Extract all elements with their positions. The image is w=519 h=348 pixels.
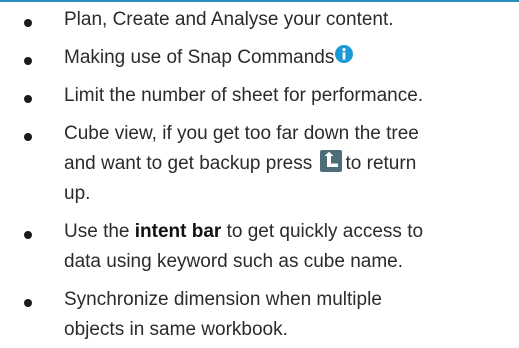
bullet-dot	[24, 299, 32, 307]
bullet-dot	[24, 95, 32, 103]
back-up-arrow-icon[interactable]	[319, 149, 342, 172]
list-item-line: Use the intent bar to get quickly access…	[64, 217, 504, 247]
list-item-text: Cube view, if you get too far down the t…	[64, 119, 504, 209]
list-item-line: Synchronize dimension when multiple	[64, 289, 382, 310]
list-item-fragment: Use the	[64, 221, 130, 242]
top-accent-rule	[0, 0, 519, 2]
list-item-label: Making use of Snap Commands	[64, 47, 335, 68]
bullet-dot	[24, 231, 32, 239]
list-item-text: Synchronize dimension when multiple obje…	[64, 285, 504, 345]
list-item-line: data using keyword such as cube name.	[64, 251, 404, 272]
list-item-line: objects in same workbook.	[64, 319, 288, 340]
list-item-line: and want to get backup press to return	[64, 149, 504, 179]
list-item-fragment: to return	[345, 153, 417, 174]
list-item-line: up.	[64, 183, 91, 204]
list-item-line: Cube view, if you get too far down the t…	[64, 123, 419, 144]
bullet-dot	[24, 133, 32, 141]
bullet-dot	[24, 19, 32, 27]
list-item-text: Plan, Create and Analyse your content.	[64, 9, 394, 30]
list-item-text: Limit the number of sheet for performanc…	[64, 85, 424, 106]
list-item-fragment: to get quickly access to	[226, 221, 424, 242]
list-item-text: Making use of Snap Commands	[64, 43, 504, 73]
bullet-dot	[24, 57, 32, 65]
list-item-fragment: and want to get backup press	[64, 153, 313, 174]
info-icon[interactable]	[335, 44, 354, 63]
list-item-text: Use the intent bar to get quickly access…	[64, 217, 504, 277]
intent-bar-emphasis: intent bar	[134, 221, 222, 242]
